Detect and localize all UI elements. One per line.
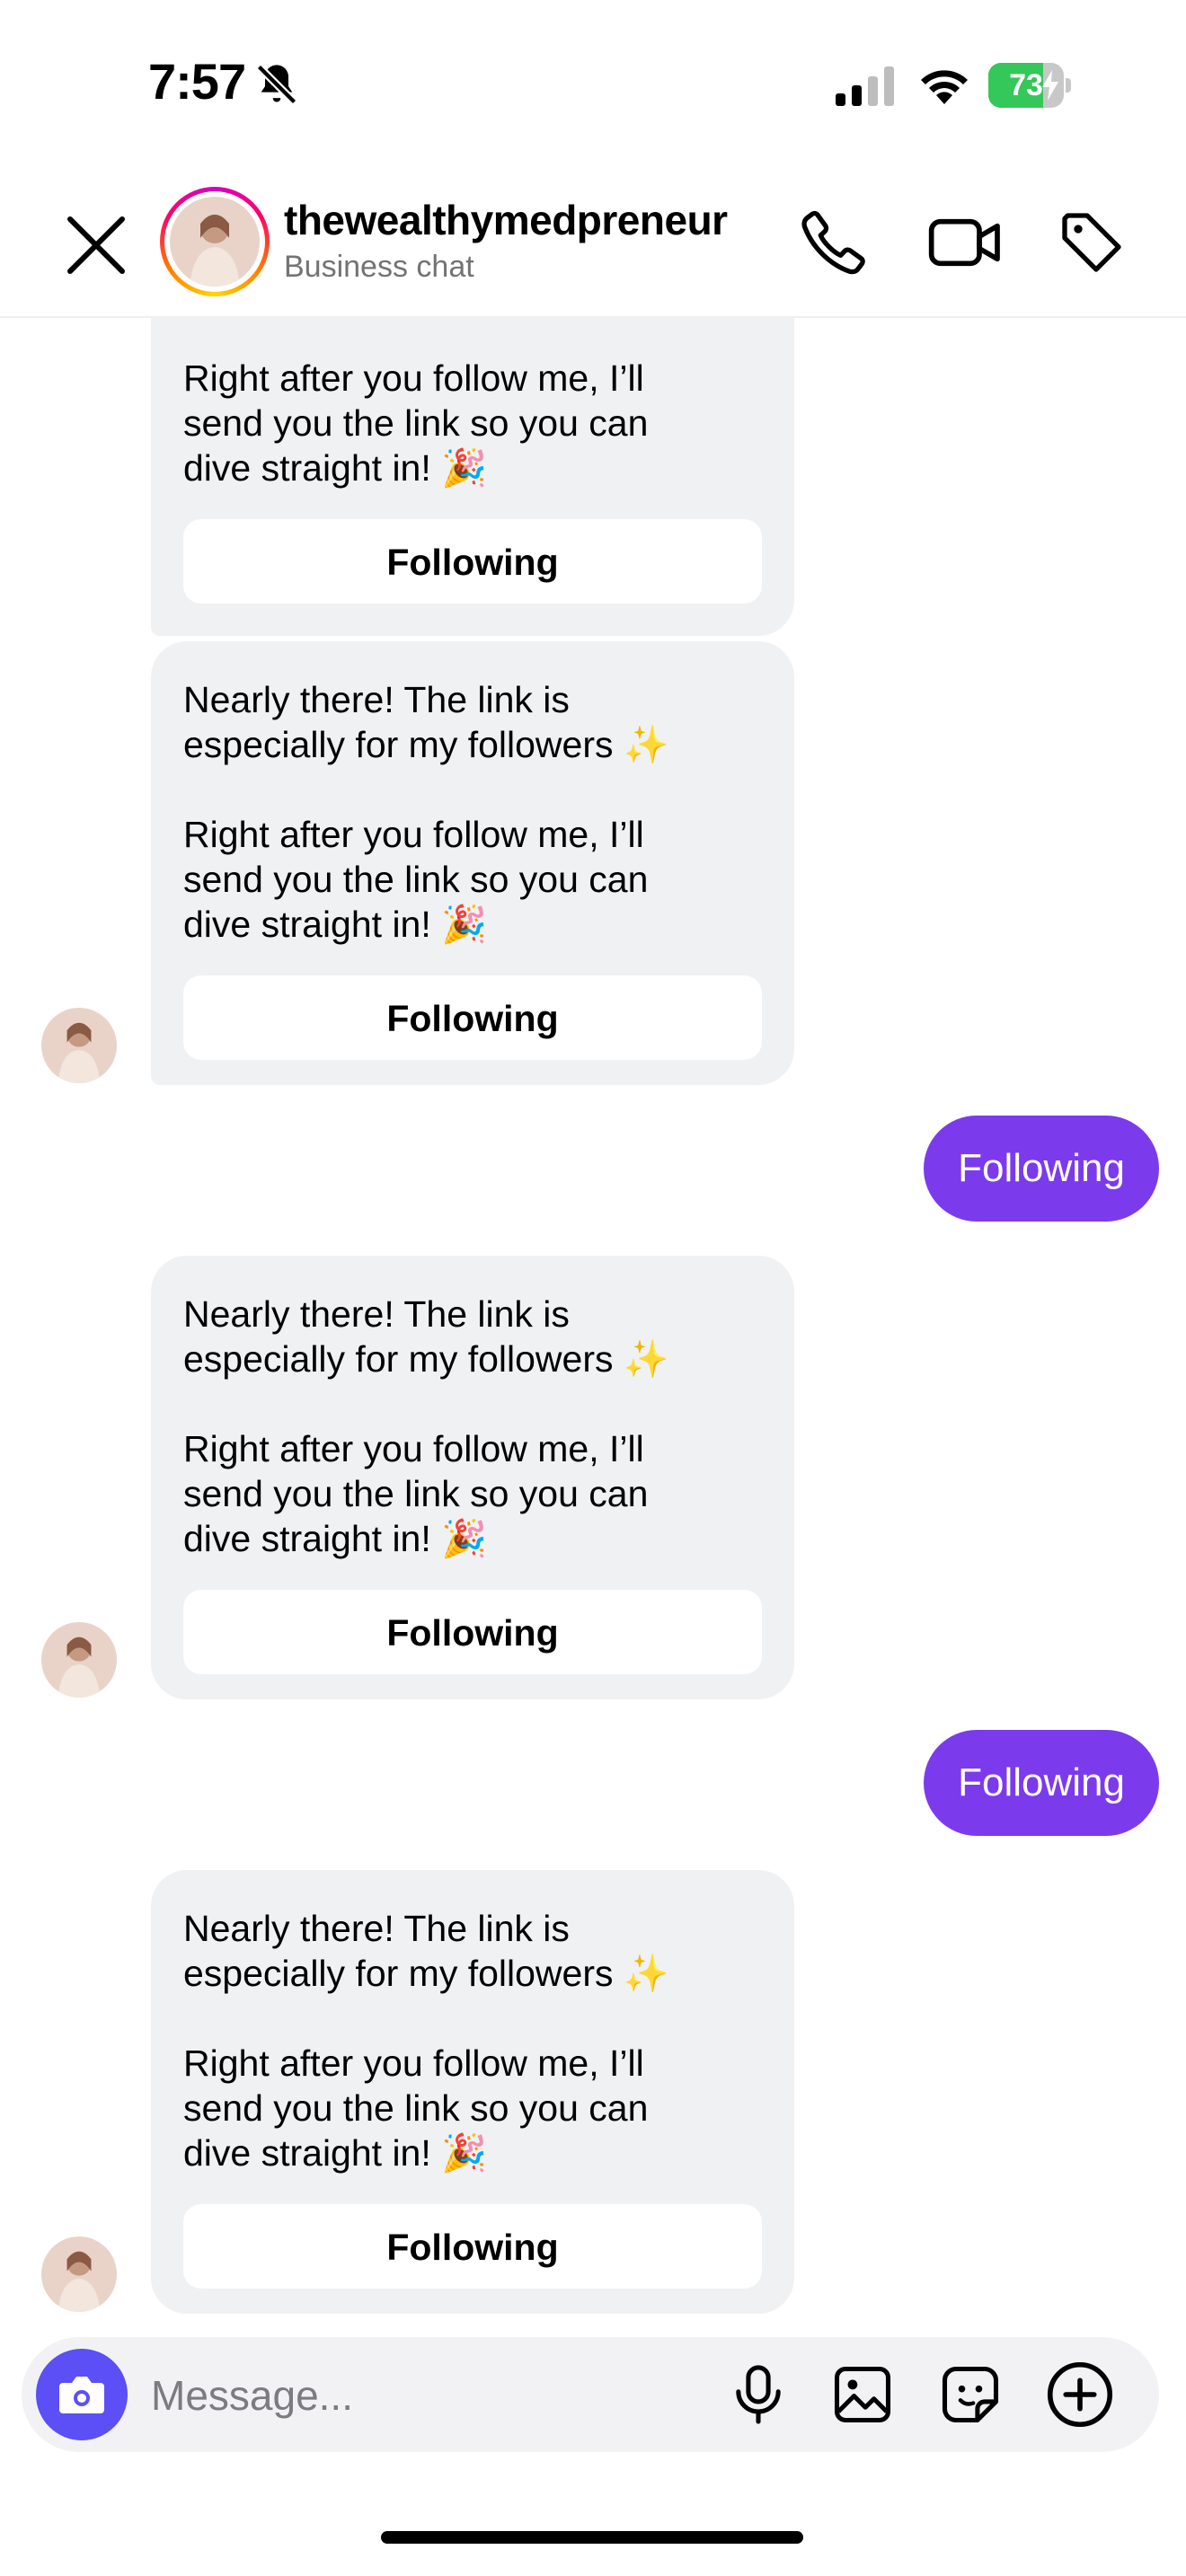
message-input[interactable] <box>149 2360 728 2430</box>
message-composer <box>22 2337 1159 2452</box>
close-button[interactable] <box>59 208 133 282</box>
camera-button[interactable] <box>36 2349 128 2440</box>
more-button[interactable] <box>1042 2357 1118 2432</box>
chat-header: thewealthymedpreneur Business chat <box>0 171 1186 318</box>
phone-icon <box>801 210 865 275</box>
following-button[interactable]: Following <box>183 519 762 604</box>
message-bubble-received: Nearly there! The link is especially for… <box>151 1870 794 2314</box>
microphone-button[interactable] <box>724 2360 792 2429</box>
label-button[interactable] <box>1056 207 1128 278</box>
microphone-icon <box>736 2365 781 2424</box>
message-text: Nearly there! The link is especially for… <box>183 1293 669 1559</box>
following-button[interactable]: Following <box>183 975 762 1060</box>
message-text: Nearly there! The link is especially for… <box>183 679 669 945</box>
image-icon <box>834 2366 891 2423</box>
profile-avatar[interactable] <box>160 187 270 296</box>
message-bubble-sent: Following <box>924 1116 1159 1222</box>
home-indicator[interactable] <box>381 2531 803 2544</box>
message-text: Nearly there! The link is especially for… <box>183 1908 669 2174</box>
message-bubble-sent: Following <box>924 1730 1159 1836</box>
sender-avatar[interactable] <box>41 1622 117 1698</box>
status-time: 7:57 <box>148 53 246 110</box>
sticker-button[interactable] <box>936 2360 1005 2429</box>
call-button[interactable] <box>798 207 870 278</box>
following-button[interactable]: Following <box>183 2204 762 2289</box>
message-text: Right after you follow me, I’ll send you… <box>183 357 649 489</box>
chat-username[interactable]: thewealthymedpreneur <box>284 196 728 244</box>
sticker-icon <box>942 2366 999 2423</box>
message-bubble-received: Nearly there! The link is especially for… <box>151 641 794 1085</box>
chat-subtitle: Business chat <box>284 250 474 284</box>
battery-icon: 73 <box>988 63 1071 108</box>
message-bubble-received: Right after you follow me, I’ll send you… <box>151 318 794 636</box>
sender-avatar[interactable] <box>41 1008 117 1083</box>
following-button[interactable]: Following <box>183 1590 762 1674</box>
signal-icon <box>836 66 897 106</box>
video-camera-icon <box>928 218 1000 267</box>
gallery-button[interactable] <box>828 2360 897 2429</box>
plus-circle-icon <box>1047 2361 1113 2428</box>
sender-avatar[interactable] <box>41 2236 117 2312</box>
message-bubble-received: Nearly there! The link is especially for… <box>151 1256 794 1699</box>
wifi-icon <box>916 63 972 106</box>
camera-icon <box>59 2377 104 2413</box>
close-icon <box>67 216 125 274</box>
tag-icon <box>1062 213 1121 272</box>
bell-slash-icon <box>253 61 300 108</box>
video-call-button[interactable] <box>925 207 1006 278</box>
